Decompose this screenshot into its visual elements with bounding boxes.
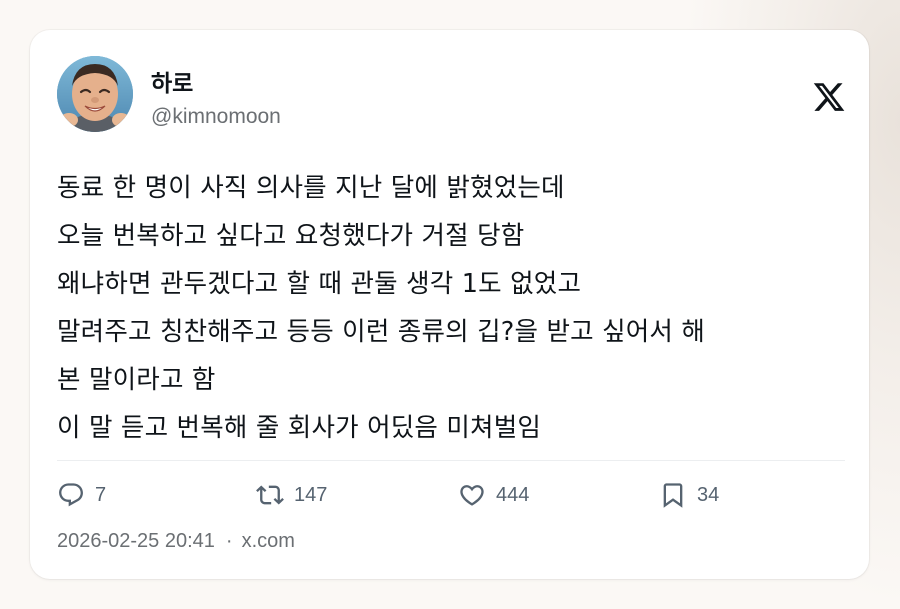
tweet-line: 말려주고 칭찬해주고 등등 이런 종류의 깁?을 받고 싶어서 해 <box>57 317 706 347</box>
bookmark-icon <box>659 481 687 509</box>
tweet-line: 본 말이라고 함 <box>57 365 216 395</box>
avatar[interactable] <box>57 56 133 132</box>
like-button[interactable]: 444 <box>458 480 529 510</box>
tweet-line: 오늘 번복하고 싶다고 요청했다가 거절 당함 <box>57 221 525 251</box>
x-logo-icon[interactable] <box>812 80 846 114</box>
reply-button[interactable]: 7 <box>57 480 106 510</box>
tweet-line: 이 말 듣고 번복해 줄 회사가 어딨음 미쳐벌임 <box>57 413 542 443</box>
meta-separator: · <box>225 530 233 552</box>
retweet-count: 147 <box>294 483 328 506</box>
timestamp[interactable]: 2026-02-25 20:41 <box>57 530 215 552</box>
reply-icon <box>57 481 85 509</box>
divider <box>57 460 845 461</box>
display-name[interactable]: 하로 <box>151 70 193 98</box>
retweet-button[interactable]: 147 <box>256 480 327 510</box>
user-handle[interactable]: @kimnomoon <box>151 104 281 130</box>
tweet-line: 왜냐하면 관두겠다고 할 때 관둘 생각 1도 없었고 <box>57 269 582 299</box>
tweet-line: 동료 한 명이 사직 의사를 지난 달에 밝혔었는데 <box>57 173 565 203</box>
tweet-card: 하로 @kimnomoon 동료 한 명이 사직 의사를 지난 달에 밝혔었는데… <box>30 30 869 579</box>
retweet-icon <box>256 481 284 509</box>
like-count: 444 <box>496 483 530 506</box>
bookmark-count: 34 <box>697 483 720 506</box>
tweet-meta: 2026-02-25 20:41 · x.com <box>57 528 295 554</box>
tweet-text: 동료 한 명이 사직 의사를 지난 달에 밝혔었는데 오늘 번복하고 싶다고 요… <box>57 164 847 452</box>
source-link[interactable]: x.com <box>242 530 295 552</box>
avatar-photo <box>57 56 133 132</box>
reply-count: 7 <box>95 483 107 506</box>
heart-icon <box>458 481 486 509</box>
bookmark-button[interactable]: 34 <box>659 480 719 510</box>
